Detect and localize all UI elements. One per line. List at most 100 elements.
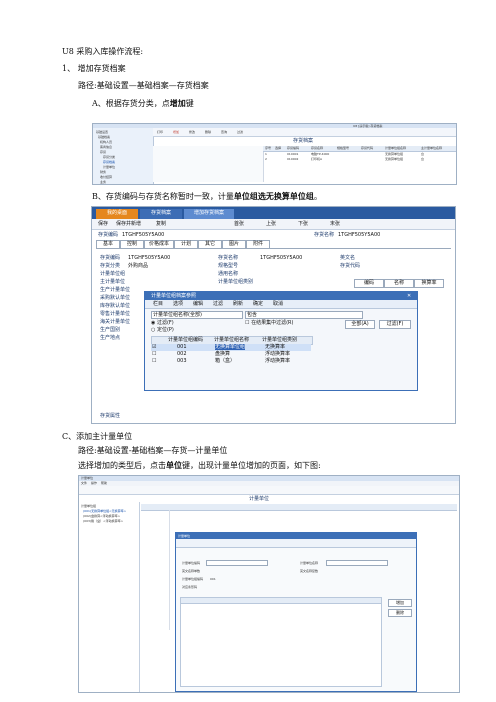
- unit-code-input[interactable]: [206, 560, 268, 566]
- grid-header: [141, 504, 457, 511]
- tree-root[interactable]: 计量单位组: [81, 504, 96, 508]
- tree-item[interactable]: (001)无换算单位组<无换算率>: [83, 509, 126, 513]
- cell: 打印机A: [311, 157, 323, 161]
- save-button[interactable]: 保存: [98, 221, 108, 227]
- radio-filter[interactable]: ◉ 过滤(F): [151, 320, 174, 326]
- content-title: 存货档案: [293, 138, 314, 144]
- all-button[interactable]: 全部(A): [345, 320, 375, 329]
- row-check-icon[interactable]: ☐: [152, 351, 156, 357]
- subtab-image[interactable]: 图片: [222, 240, 246, 249]
- code-col-button[interactable]: 编码: [354, 279, 384, 288]
- field-label: 生产地点: [100, 335, 121, 341]
- col-header: 计量单位组名称: [385, 146, 407, 150]
- prev-button[interactable]: 上张: [266, 221, 276, 227]
- category-field-value[interactable]: 外购商品: [128, 263, 148, 269]
- unit-list-grid: [180, 597, 382, 687]
- filter-button[interactable]: 过滤: [213, 301, 223, 307]
- refresh-button[interactable]: 刷新: [233, 301, 243, 307]
- name-col-button[interactable]: 名称: [384, 279, 414, 288]
- last-button[interactable]: 末张: [330, 221, 340, 227]
- result-filter-checkbox[interactable]: ☐ 在结果集中过滤(R): [245, 320, 293, 326]
- col-header: 主计量单位名称: [421, 146, 443, 150]
- first-button[interactable]: 首张: [234, 221, 244, 227]
- tree-item-selected[interactable]: 存货档案: [103, 160, 115, 164]
- radio-locate[interactable]: ○ 定位(P): [151, 327, 174, 333]
- save-new-button[interactable]: 保存并新增: [116, 221, 141, 227]
- cell: 2: [265, 157, 267, 161]
- field-label: 英文名: [340, 255, 356, 261]
- dialog-title: 计量单位: [178, 534, 191, 538]
- tab-desktop[interactable]: 我的桌面: [96, 209, 138, 219]
- edit-button[interactable]: 修改: [189, 130, 195, 134]
- tree-item[interactable]: (002)盘换算<浮动换算率>: [83, 514, 120, 518]
- tree-item[interactable]: 机构人员: [100, 140, 112, 144]
- cell: 无换算单位组: [385, 152, 404, 156]
- select-c-end: 键，出现计量单位增加的页面，如下图:: [182, 461, 321, 470]
- table-row[interactable]: ☐ 003 箱（盒） 浮动换算率: [151, 358, 311, 365]
- subtab-other[interactable]: 其它: [198, 240, 222, 249]
- filter-field-select[interactable]: 计量单位组名称(全部): [151, 311, 243, 319]
- subtab-price[interactable]: 价格成本: [144, 240, 174, 249]
- edit-button[interactable]: 编辑: [193, 301, 203, 307]
- tree-item[interactable]: 财务: [100, 170, 106, 174]
- row-check-icon[interactable]: ☑: [152, 344, 156, 350]
- field-label: 主计量单位: [100, 279, 126, 285]
- menu-file[interactable]: 文件: [81, 481, 87, 485]
- field-label: 计量单位名称: [300, 561, 319, 565]
- tree-item[interactable]: 存货: [100, 150, 106, 154]
- attributes-section-label: 存货属性: [100, 413, 121, 419]
- options-button[interactable]: 选项: [173, 301, 183, 307]
- delete-button[interactable]: 删除: [205, 130, 211, 134]
- filter-op-select[interactable]: 包含: [245, 311, 363, 319]
- tree-item[interactable]: 存货分类: [103, 155, 115, 159]
- ok-button[interactable]: 确定: [253, 301, 263, 307]
- cell: 010001: [287, 152, 299, 156]
- cell: 箱（盒）: [215, 358, 236, 364]
- copy-button[interactable]: 复制: [156, 221, 166, 227]
- unit-name-input[interactable]: [326, 560, 388, 566]
- menu-operate[interactable]: 操作: [91, 481, 97, 485]
- field-label: 零售计量单位: [100, 311, 131, 317]
- filter-button[interactable]: 过滤: [237, 130, 243, 134]
- table-row[interactable]: 2 010002 打印机A 无换算单位组 台: [263, 157, 456, 162]
- tree-item[interactable]: 基础设置: [96, 130, 108, 134]
- subtab-basic[interactable]: 基本: [96, 240, 120, 249]
- tree-item[interactable]: 业务: [100, 180, 106, 184]
- col-header: 计量单位组类别: [262, 337, 298, 343]
- delete-button[interactable]: 删除: [388, 609, 412, 617]
- cell: 001: [177, 344, 187, 350]
- subtab-control[interactable]: 控制: [120, 240, 144, 249]
- step-b-bold: 单位组选无换算单位组: [233, 191, 314, 201]
- subtab-plan[interactable]: 计划: [174, 240, 198, 249]
- tree-item[interactable]: 计量单位: [103, 165, 115, 169]
- tree-item[interactable]: 收付结算: [100, 175, 112, 179]
- rate-col-button[interactable]: 换算率: [414, 279, 444, 288]
- cell: 无换算单位组: [385, 157, 404, 161]
- close-icon[interactable]: ✕: [407, 293, 411, 299]
- dialog-filter-button[interactable]: 过滤(F): [379, 320, 411, 329]
- dialog-toolbar: 栏目 选项 编辑 过滤 刷新 确定 取消: [145, 300, 417, 309]
- tab-inventory-archive[interactable]: 存货档案: [140, 209, 182, 219]
- code-field-value[interactable]: 1TGHF505Y5A00: [128, 255, 170, 261]
- tab-bar: 我的桌面 存货档案 增加存货档案: [92, 207, 455, 219]
- table-row[interactable]: ☐ 002 盘换算 浮动换算率: [151, 351, 311, 358]
- tree-item[interactable]: 基础档案: [98, 135, 110, 139]
- columns-button[interactable]: 栏目: [153, 301, 163, 307]
- tree-item[interactable]: 客商信息: [100, 145, 112, 149]
- row-check-icon[interactable]: ☐: [152, 358, 156, 364]
- add-button[interactable]: 增加: [173, 130, 179, 134]
- field-label: 海关计量单位: [100, 319, 131, 325]
- table-row-selected[interactable]: ☑ 001 无换算单位组 无换算率: [151, 344, 311, 351]
- query-button[interactable]: 查询: [221, 130, 227, 134]
- name-field-value[interactable]: 1TGHF505Y5A00: [260, 255, 302, 261]
- tab-add-inventory[interactable]: 增加存货档案: [184, 209, 234, 219]
- col-header: 计量单位组编码: [168, 337, 204, 343]
- tree-item[interactable]: (003)箱（盒）<浮动换算率>: [83, 519, 123, 523]
- next-button[interactable]: 下张: [298, 221, 308, 227]
- cancel-button[interactable]: 取消: [273, 301, 283, 307]
- print-button[interactable]: 打印: [157, 130, 163, 134]
- field-label: 存货代码: [340, 263, 361, 269]
- add-button[interactable]: 增加: [388, 599, 412, 607]
- subtab-attachment[interactable]: 附件: [246, 240, 270, 249]
- menu-help[interactable]: 帮助: [101, 481, 107, 485]
